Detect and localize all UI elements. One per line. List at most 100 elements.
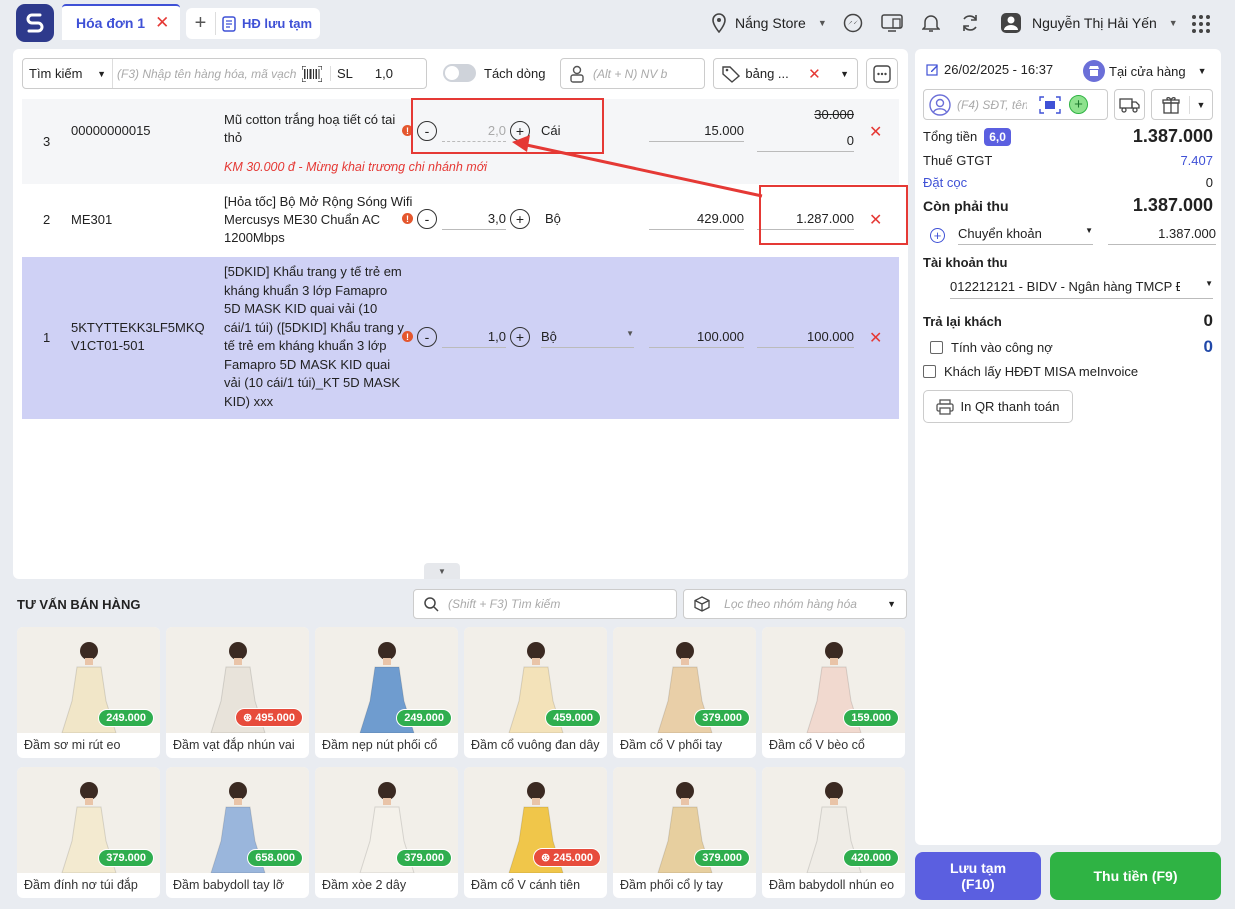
search-icon (424, 596, 439, 612)
price-badge: 420.000 (843, 849, 899, 867)
delivery-button[interactable] (1114, 89, 1145, 120)
price-input[interactable]: 100.000 (649, 329, 744, 348)
deposit-link[interactable]: Đặt cọc (923, 175, 967, 190)
staff-input[interactable]: (Alt + N) NV b (593, 67, 667, 81)
decrease-qty-button[interactable]: - (417, 209, 437, 229)
screen-icon[interactable] (879, 10, 905, 36)
suggest-title: TƯ VẤN BÁN HÀNG (17, 597, 141, 612)
sync-icon[interactable] (957, 10, 983, 36)
chevron-down-icon: ▼ (817, 18, 827, 28)
product-card[interactable]: 379.000 Đầm đính nơ túi đắp (17, 767, 160, 898)
collapse-handle[interactable]: ▼ (424, 563, 460, 579)
price-badge: 159.000 (843, 709, 899, 727)
delete-row-icon[interactable]: ✕ (869, 122, 882, 142)
tab-invoice-1[interactable]: Hóa đơn 1 ✕ (62, 4, 180, 40)
product-card[interactable]: 459.000 Đầm cổ vuông đan dây (464, 627, 607, 758)
price-input[interactable]: 429.000 (649, 211, 744, 230)
unit-select[interactable]: Bộ ▼ (541, 329, 634, 348)
change-label: Trả lại khách (923, 313, 1002, 329)
barcode-icon[interactable] (302, 65, 322, 82)
product-card[interactable]: 249.000 Đầm sơ mi rút eo (17, 627, 160, 758)
add-tab-button[interactable]: + (186, 12, 216, 35)
tab-invoice-1-label: Hóa đơn 1 (76, 15, 146, 31)
product-code: 5KTYTTEKK3LF5MKQV1CT01-501 (71, 320, 205, 353)
more-options-button[interactable] (866, 58, 898, 89)
product-name: Đầm cổ vuông đan dây (471, 738, 600, 752)
pricebook-select[interactable]: bảng ... ✕ ▼ (713, 58, 858, 89)
store-selector[interactable]: Nắng Store ▼ (706, 10, 827, 36)
product-image: 379.000 (17, 767, 160, 873)
tab-saved-invoices[interactable]: + HĐ lưu tạm (186, 8, 320, 39)
chevron-down-icon: ▼ (438, 566, 446, 576)
account-select[interactable]: 012212121 - BIDV - Ngân hàng TMCP Đ ▼ (950, 279, 1213, 299)
product-card[interactable]: ⊛ 245.000 Đầm cổ V cánh tiên (464, 767, 607, 898)
apps-grid-icon[interactable] (1188, 11, 1214, 37)
product-name: Đầm nẹp nút phối cổ (322, 738, 438, 752)
delete-row-icon[interactable]: ✕ (869, 328, 882, 348)
add-payment-icon[interactable]: + (930, 228, 945, 243)
pay-label: Thu tiền (F9) (1093, 868, 1178, 884)
payment-amount-input[interactable]: 1.387.000 (1108, 226, 1216, 245)
qty-input[interactable]: 1,0 (442, 329, 506, 348)
chevron-down-icon: ▼ (1196, 99, 1206, 110)
due-value: 1.387.000 (1132, 195, 1213, 215)
suggest-search-input[interactable]: (Shift + F3) Tìm kiếm (448, 597, 560, 611)
box-icon (694, 596, 710, 612)
messenger-icon[interactable] (840, 10, 866, 36)
product-card[interactable]: 658.000 Đầm babydoll tay lỡ (166, 767, 309, 898)
save-draft-button[interactable]: Lưu tạm (F10) (915, 852, 1041, 900)
order-datetime[interactable]: 26/02/2025 - 16:37 (926, 62, 1053, 77)
gift-button[interactable]: ▼ (1151, 89, 1213, 120)
payment-method-value: Chuyển khoản (958, 226, 1042, 241)
staff-field[interactable]: (Alt + N) NV b (560, 58, 705, 89)
product-card[interactable]: 420.000 Đầm babydoll nhún eo (762, 767, 905, 898)
cart-row-selected[interactable]: 1 5KTYTTEKK3LF5MKQV1CT01-501 [5DKID] Khẩ… (22, 257, 899, 419)
product-card[interactable]: 159.000 Đầm cổ V bèo cổ (762, 627, 905, 758)
product-name: Đầm vạt đắp nhún vai (173, 738, 295, 752)
qty-input[interactable]: 1,0 (375, 66, 393, 81)
product-search-input[interactable]: (F3) Nhập tên hàng hóa, mã vạch (113, 67, 298, 81)
split-line-toggle[interactable] (443, 64, 476, 82)
sales-channel-select[interactable]: Tại cửa hàng ▼ (1083, 60, 1207, 82)
search-mode-select[interactable]: Tìm kiếm ▼ (23, 59, 113, 88)
decrease-qty-button[interactable]: - (417, 327, 437, 347)
increase-qty-button[interactable]: + (510, 327, 530, 347)
product-card[interactable]: 249.000 Đầm nẹp nút phối cổ (315, 627, 458, 758)
total-label: Tổng tiền (923, 129, 978, 144)
product-card[interactable]: ⊛ 495.000 Đầm vạt đắp nhún vai (166, 627, 309, 758)
product-card[interactable]: 379.000 Đầm phối cổ ly tay (613, 767, 756, 898)
price-badge: 379.000 (694, 849, 750, 867)
app-logo[interactable] (16, 4, 54, 42)
qty-input[interactable]: 3,0 (442, 211, 506, 230)
bell-icon[interactable] (918, 10, 944, 36)
product-card[interactable]: 379.000 Đầm cổ V phối tay (613, 627, 756, 758)
einvoice-checkbox[interactable] (923, 365, 936, 378)
clear-pricebook-icon[interactable]: ✕ (808, 65, 821, 83)
product-card[interactable]: 379.000 Đầm xòe 2 dây (315, 767, 458, 898)
warning-icon[interactable]: ! (402, 331, 413, 342)
total-row: Tổng tiền 6,0 1.387.000 (923, 126, 1213, 147)
chevron-down-icon: ▼ (1205, 279, 1213, 288)
close-tab-icon[interactable]: ✕ (155, 13, 169, 33)
print-qr-button[interactable]: In QR thanh toán (923, 390, 1073, 423)
highlight-box-total (759, 185, 908, 245)
suggest-search[interactable]: (Shift + F3) Tìm kiếm (413, 589, 677, 619)
tab-saved-label: HĐ lưu tạm (242, 16, 313, 31)
customer-field[interactable]: (F4) SĐT, tên + (923, 89, 1108, 120)
pay-button[interactable]: Thu tiền (F9) (1050, 852, 1221, 900)
warning-icon[interactable]: ! (402, 213, 413, 224)
price-badge: 459.000 (545, 709, 601, 727)
line-total: 0 (757, 133, 854, 152)
qr-scan-icon[interactable] (1039, 95, 1061, 114)
user-menu[interactable]: Nguyễn Thị Hải Yến ▼ (998, 10, 1178, 36)
customer-input[interactable]: (F4) SĐT, tên (957, 98, 1027, 112)
channel-value: Tại cửa hàng (1109, 63, 1186, 79)
add-customer-icon[interactable]: + (1069, 95, 1088, 114)
document-icon (222, 15, 236, 32)
payment-method-select[interactable]: Chuyển khoản ▼ (958, 226, 1093, 245)
increase-qty-button[interactable]: + (510, 209, 530, 229)
account-label: Tài khoản thu (923, 255, 1008, 270)
debt-checkbox[interactable] (930, 340, 943, 354)
chevron-down-icon: ▼ (1085, 226, 1093, 235)
product-group-filter[interactable]: Lọc theo nhóm hàng hóa ▼ (683, 589, 907, 619)
